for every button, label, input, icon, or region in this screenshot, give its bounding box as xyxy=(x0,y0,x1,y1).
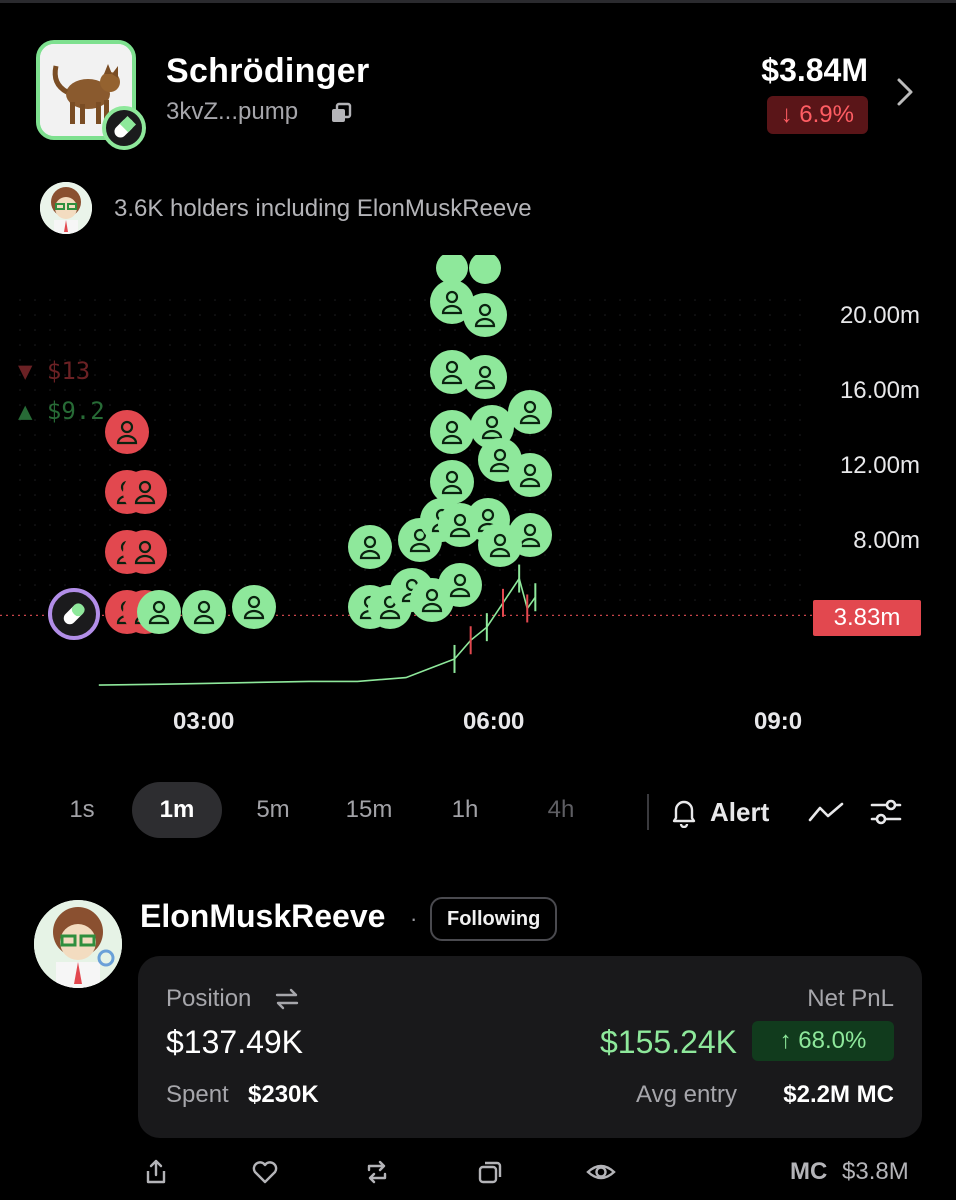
timeframe-4h[interactable]: 4h xyxy=(516,782,606,838)
price-change-badge: ↓ 6.9% xyxy=(766,96,868,134)
timeframe-5m[interactable]: 5m xyxy=(228,782,318,838)
token-address: 3kvZ...pump xyxy=(166,98,299,125)
timeframe-1s[interactable]: 1s xyxy=(37,782,127,838)
price-axis-label: 8.00m xyxy=(853,527,920,554)
market-cap: $3.84M xyxy=(761,52,868,88)
pnl-percent-badge: ↑ 68.0% xyxy=(752,1021,894,1061)
sell-price-label: ▼ $13 xyxy=(18,357,91,385)
bell-icon[interactable] xyxy=(668,796,700,829)
timeframe-1m[interactable]: 1m xyxy=(132,782,222,838)
chevron-right-icon[interactable] xyxy=(890,72,920,112)
position-value: $137.49K xyxy=(166,1024,304,1060)
position-label: Position xyxy=(166,985,252,1012)
mc-label: MC xyxy=(790,1158,828,1185)
buy-marker xyxy=(469,255,501,284)
top-border xyxy=(0,0,956,3)
token-name: Schrödinger xyxy=(166,52,370,90)
avg-entry-label: Avg entry xyxy=(636,1081,737,1108)
pill-badge-icon xyxy=(102,106,146,150)
net-pnl-label: Net PnL xyxy=(807,985,894,1012)
copy-icon[interactable] xyxy=(330,102,352,124)
heart-icon[interactable] xyxy=(251,1158,279,1186)
price-axis-label: 12.00m xyxy=(839,452,920,479)
price-chart[interactable] xyxy=(0,255,956,755)
current-price-tag: 3.83m xyxy=(813,600,921,636)
net-pnl-value: $155.24K xyxy=(600,1024,738,1060)
time-axis-label: 03:00 xyxy=(173,708,235,735)
timeframe-15m[interactable]: 15m xyxy=(324,782,414,838)
buy-price-label: ▲ $9.2 xyxy=(18,397,105,425)
price-axis-label: 20.00m xyxy=(839,302,920,329)
swap-icon[interactable] xyxy=(274,988,300,1010)
following-button[interactable]: Following xyxy=(430,897,558,941)
trader-name[interactable]: ElonMuskReeve xyxy=(140,898,385,935)
alert-button[interactable]: Alert xyxy=(710,797,769,828)
eye-icon[interactable] xyxy=(586,1158,616,1186)
buy-marker xyxy=(436,255,468,284)
mc-value: $3.8M xyxy=(842,1158,909,1185)
settings-sliders-icon[interactable] xyxy=(868,796,904,828)
spent-label: Spent xyxy=(166,1081,229,1108)
separator-dot: · xyxy=(410,906,418,931)
holder-avatar[interactable] xyxy=(40,182,92,234)
time-axis-label: 06:00 xyxy=(463,708,525,735)
line-chart-icon[interactable] xyxy=(806,798,846,828)
quote-icon[interactable] xyxy=(476,1158,504,1186)
toolbar-divider xyxy=(647,794,649,830)
avg-entry-value: $2.2M MC xyxy=(783,1081,894,1108)
holders-summary: 3.6K holders including ElonMuskReeve xyxy=(114,195,532,222)
price-axis-label: 16.00m xyxy=(839,377,920,404)
spent-value: $230K xyxy=(248,1081,319,1108)
trader-avatar[interactable] xyxy=(34,900,122,988)
repost-icon[interactable] xyxy=(363,1158,391,1186)
share-icon[interactable] xyxy=(142,1158,170,1186)
time-axis-label: 09:0 xyxy=(754,708,803,735)
timeframe-1h[interactable]: 1h xyxy=(420,782,510,838)
